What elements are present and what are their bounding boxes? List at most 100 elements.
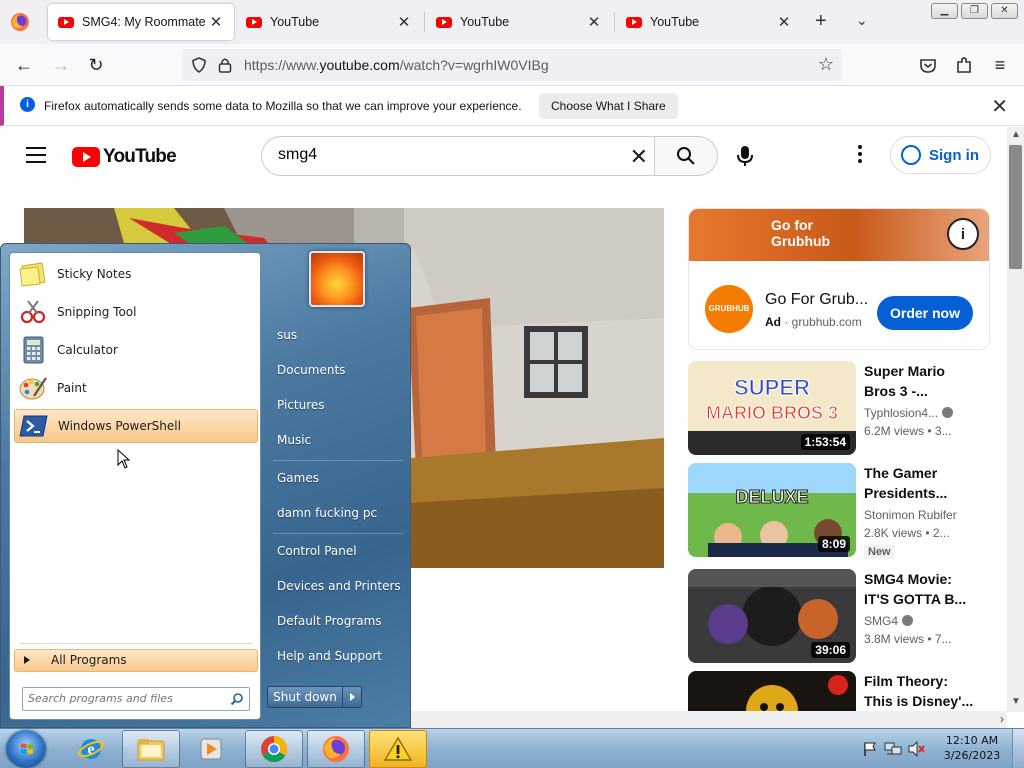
microphone-icon[interactable] [735,145,755,167]
close-tab-icon[interactable]: ✕ [396,13,412,31]
recommendation-item[interactable]: Film Theory: This is Disney'... [688,671,988,712]
bookmark-star-icon[interactable]: ☆ [818,54,834,75]
video-title[interactable]: The Gamer Presidents... [864,463,976,503]
reload-icon[interactable]: ↻ [85,54,107,76]
tab-youtube-3[interactable]: YouTube ✕ [426,4,612,40]
program-windows-powershell[interactable]: Windows PowerShell [14,409,258,443]
search-icon[interactable] [230,692,244,706]
program-paint[interactable]: Paint [14,371,258,405]
clear-search-icon[interactable]: ✕ [630,144,648,170]
close-tab-icon[interactable]: ✕ [776,13,792,31]
new-tab-icon[interactable]: + [815,10,827,33]
scroll-right-icon[interactable]: › [1000,712,1004,726]
close-notification-icon[interactable]: ✕ [991,94,1008,119]
program-label: Sticky Notes [57,267,132,281]
search-button[interactable] [654,136,718,176]
taskbar-internet-explorer[interactable]: e [62,730,120,768]
firefox-menu-icon[interactable] [10,12,30,32]
ad-card[interactable]: Go for Grubhub i GRUBHUB Go For Grub... … [688,208,990,350]
start-item-help-and-support[interactable]: Help and Support [269,641,403,671]
lock-icon[interactable] [218,57,232,73]
channel-name[interactable]: Typhlosion4... [864,406,954,420]
taskbar-chrome[interactable] [245,730,303,768]
tracking-protection-icon[interactable] [191,57,207,73]
video-title[interactable]: SMG4 Movie: IT'S GOTTA B... [864,569,976,609]
video-thumbnail[interactable]: 39:06 [688,569,856,663]
start-item-devices-and-printers[interactable]: Devices and Printers [269,571,403,601]
settings-menu-icon[interactable] [858,145,862,166]
choose-what-i-share-button[interactable]: Choose What I Share [539,93,678,119]
pocket-icon[interactable] [917,54,939,76]
scroll-up-icon[interactable]: ▲ [1011,129,1021,140]
ad-title[interactable]: Go For Grub... [765,291,868,309]
all-programs-button[interactable]: All Programs [14,649,258,672]
shut-down-button[interactable]: Shut down [267,686,343,708]
start-search-input[interactable] [28,692,218,705]
taskbar-media-player[interactable] [182,730,240,768]
program-calculator[interactable]: Calculator [14,333,258,367]
horizontal-scrollbar[interactable]: › [410,711,1007,728]
tab-youtube-2[interactable]: YouTube ✕ [236,4,422,40]
video-thumbnail[interactable]: SUPER MARIO BROS 3 1:53:54 [688,361,856,455]
recommendation-item[interactable]: 39:06 SMG4 Movie: IT'S GOTTA B... SMG4 3… [688,569,988,663]
video-title[interactable]: Super Mario Bros 3 -... [864,361,976,401]
minimize-icon[interactable]: ▁ [931,3,958,19]
start-item-user[interactable]: sus [269,320,403,350]
video-title[interactable]: Film Theory: This is Disney'... [864,671,976,711]
start-item-computer[interactable]: damn fucking pc [269,498,403,528]
forward-icon[interactable]: → [50,54,72,76]
video-meta: 6.2M views • 3... [864,424,952,438]
close-tab-icon[interactable]: ✕ [586,13,602,31]
sign-in-button[interactable]: Sign in [890,136,991,174]
video-thumbnail[interactable] [688,671,856,712]
network-icon[interactable] [884,741,902,757]
channel-name[interactable]: SMG4 [864,614,914,628]
taskbar-file-explorer[interactable] [122,730,180,768]
start-item-music[interactable]: Music [269,425,403,455]
shutdown-options-icon[interactable] [342,686,362,708]
program-snipping-tool[interactable]: Snipping Tool [14,295,258,329]
list-all-tabs-icon[interactable]: ⌄ [856,12,868,29]
taskbar-firefox[interactable] [307,730,365,768]
action-center-flag-icon[interactable] [862,741,878,757]
tab-youtube-4[interactable]: YouTube ✕ [616,4,802,40]
ad-banner[interactable]: Go for Grubhub i [689,209,989,261]
start-item-documents[interactable]: Documents [269,355,403,385]
order-now-button[interactable]: Order now [877,296,973,330]
clock[interactable]: 12:10 AM 3/26/2023 [940,733,1004,763]
url-bar[interactable]: https://www.youtube.com/watch?v=wgrhIW0V… [182,49,842,81]
url-domain: youtube.com [319,57,400,73]
ad-info-icon[interactable]: i [947,218,979,250]
guide-menu-icon[interactable] [26,147,46,168]
program-sticky-notes[interactable]: Sticky Notes [14,257,258,291]
scroll-down-icon[interactable]: ▼ [1011,696,1021,707]
back-icon[interactable]: ← [13,54,35,76]
volume-muted-icon[interactable] [908,741,926,757]
restore-icon[interactable]: ❐ [961,3,988,19]
youtube-logo[interactable]: YouTube [72,146,177,168]
vertical-scrollbar[interactable]: ▲ ▼ [1007,127,1024,712]
user-picture[interactable] [309,251,365,307]
start-button[interactable] [6,730,46,768]
tab-strip: SMG4: My Roommate M ✕ YouTube ✕ YouTube … [0,0,1024,44]
channel-name[interactable]: Stonimon Rubifer [864,508,957,522]
navigation-bar: ← → ↻ https://www.youtube.com/watch?v=wg… [0,44,1024,86]
video-thumbnail[interactable]: DELUXE 8:09 [688,463,856,557]
app-menu-icon[interactable]: ≡ [989,54,1011,76]
start-item-games[interactable]: Games [269,463,403,493]
search-input[interactable] [278,146,608,164]
start-item-pictures[interactable]: Pictures [269,390,403,420]
recommendation-item[interactable]: SUPER MARIO BROS 3 1:53:54 Super Mario Br… [688,361,988,455]
close-window-icon[interactable]: ✕ [991,3,1018,19]
extensions-icon[interactable] [953,54,975,76]
scrollbar-thumb[interactable] [1009,145,1022,269]
show-desktop-button[interactable] [1012,729,1024,768]
tab-smg4[interactable]: SMG4: My Roommate M ✕ [48,4,234,40]
search-icon [677,147,695,165]
taskbar-warning-app[interactable] [369,730,427,768]
start-item-default-programs[interactable]: Default Programs [269,606,403,636]
recommendation-item[interactable]: DELUXE 8:09 The Gamer Presidents... Ston… [688,463,988,559]
close-tab-icon[interactable]: ✕ [208,13,224,31]
start-item-control-panel[interactable]: Control Panel [269,536,403,566]
paint-icon [19,377,47,400]
